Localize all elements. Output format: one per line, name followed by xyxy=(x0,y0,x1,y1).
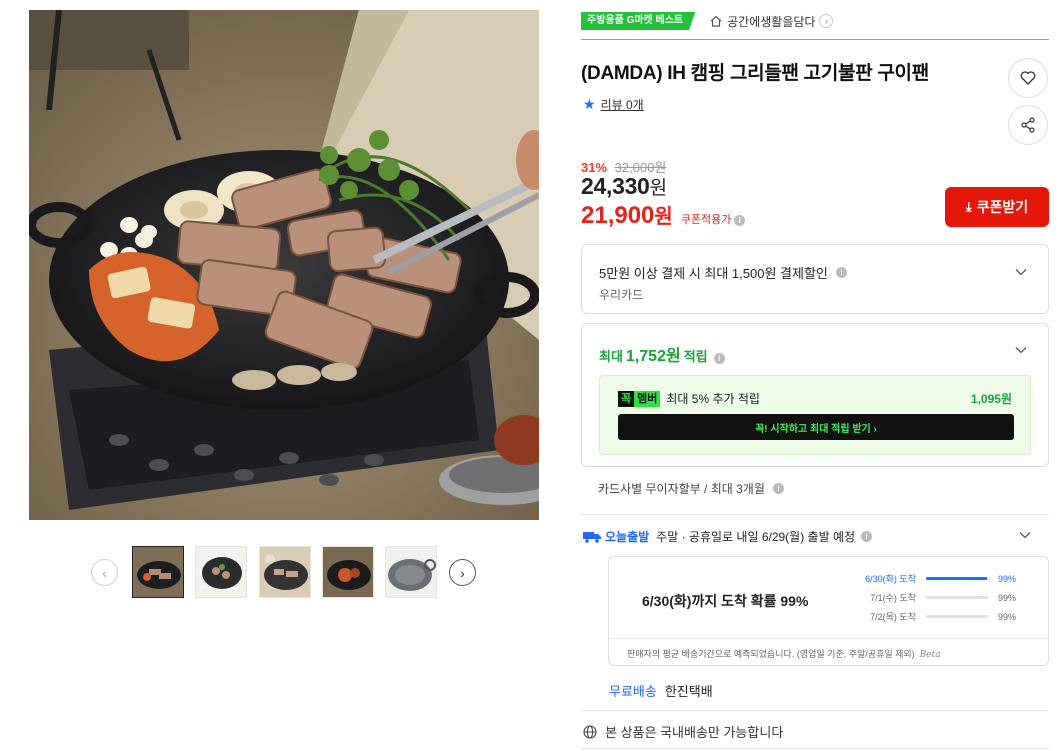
coupon-price-unit: 원 xyxy=(654,206,673,228)
download-icon: ⤓ xyxy=(965,199,972,214)
member-logo: 꼭 멤버 xyxy=(618,390,661,407)
domestic-shipping-notice: 본 상품은 국내배송만 가능합니다 xyxy=(583,722,783,741)
member-join-button[interactable]: 꼭! 시작하고 최대 적립 받기 › xyxy=(618,414,1014,440)
divider xyxy=(581,748,1049,749)
shop-name: 공간에생활을담다 xyxy=(727,14,816,29)
main-product-image[interactable] xyxy=(29,10,539,520)
coupon-price: 21,900 원 쿠폰적용가 i xyxy=(581,200,746,230)
review-link[interactable]: ★ 리뷰 0개 xyxy=(583,96,644,113)
divider xyxy=(581,710,1049,711)
coupon-button-label: 쿠폰받기 xyxy=(976,199,1029,215)
member-row: 꼭 멤버 최대 5% 추가 적립 xyxy=(618,390,760,407)
today-ship-label: 오늘출발 xyxy=(605,530,650,544)
card-discount-title: 5만원 이상 결제 시 최대 1,500원 결제할인 i xyxy=(599,263,847,282)
prob-bar xyxy=(926,577,988,580)
chevron-left-icon: ‹ xyxy=(102,564,107,581)
truck-icon xyxy=(583,531,601,543)
prob-label: 6/30(화) 도착 xyxy=(865,574,916,584)
sale-price: 24,330원 xyxy=(581,173,667,200)
prob-pct: 99% xyxy=(998,611,1017,622)
installment-info: 카드사별 무이자할부 / 최대 3개월 i xyxy=(598,480,784,497)
free-shipping-row: 무료배송 한진택배 xyxy=(609,681,713,700)
beta-label: Beta xyxy=(919,650,941,660)
share-icon xyxy=(1021,117,1035,133)
thumbnail-1[interactable] xyxy=(132,546,184,598)
info-icon[interactable]: i xyxy=(734,215,746,226)
coupon-price-amount: 21,900 xyxy=(581,202,655,229)
prob-label: 7/2(목) 도착 xyxy=(870,612,916,622)
globe-icon xyxy=(583,724,597,739)
member-logo-k: 꼭 xyxy=(618,390,635,407)
courier-name: 한진택배 xyxy=(664,684,713,699)
review-count: 리뷰 0개 xyxy=(600,98,644,112)
ship-schedule: 주말 · 공휴일로 내일 6/29(월) 출발 예정 xyxy=(656,530,856,544)
thumbnail-next-button[interactable]: › xyxy=(449,559,476,586)
card-discount-text: 5만원 이상 결제 시 최대 1,500원 결제할인 xyxy=(599,266,828,281)
divider xyxy=(581,514,1049,515)
prob-pct: 99% xyxy=(998,573,1017,584)
delivery-probability-box: 6/30(화)까지 도착 확률 99% 6/30(화) 도착 99% 7/1(수… xyxy=(608,556,1050,666)
member-logo-m: 멤버 xyxy=(634,390,661,407)
member-text: 최대 5% 추가 적립 xyxy=(666,392,760,406)
domestic-text: 본 상품은 국내배송만 가능합니다 xyxy=(605,725,784,740)
chevron-down-icon[interactable] xyxy=(1014,343,1028,357)
best-badge[interactable]: 주방용품 G마켓 베스트 xyxy=(581,12,695,30)
info-icon[interactable]: i xyxy=(835,267,847,278)
prob-row: 7/2(목) 도착 99% xyxy=(856,610,1016,623)
shop-link[interactable]: 공간에생활을담다 › xyxy=(709,13,834,30)
points-title: 최대 1,752원 적립 i xyxy=(599,342,725,366)
thumbnail-5[interactable] xyxy=(385,546,437,598)
prob-bar xyxy=(926,615,988,618)
points-prefix: 최대 xyxy=(599,349,623,364)
share-button[interactable] xyxy=(1008,105,1048,145)
arrival-main: 6/30(화)까지 도착 확률 99% xyxy=(642,593,809,609)
product-title: (DAMDA) IH 캠핑 그리들팬 고기불판 구이팬 xyxy=(581,63,929,84)
card-name: 우리카드 xyxy=(599,288,644,302)
shipping-row: 오늘출발 주말 · 공휴일로 내일 6/29(월) 출발 예정 i xyxy=(583,528,873,545)
chevron-up-icon[interactable] xyxy=(1018,528,1032,542)
sale-price-unit: 원 xyxy=(649,178,667,199)
prob-bar-fill xyxy=(926,577,988,580)
thumbnail-prev-button[interactable]: ‹ xyxy=(91,559,118,586)
info-icon[interactable]: i xyxy=(713,353,725,364)
delivery-main: 6/30(화)까지 도착 확률 99% 6/30(화) 도착 99% 7/1(수… xyxy=(609,557,1050,639)
heart-icon xyxy=(1020,71,1036,85)
prob-label: 7/1(수) 도착 xyxy=(870,593,916,603)
thumbnail-2[interactable] xyxy=(195,546,247,598)
delivery-note: 판매자의 평균 배송기간으로 예측되었습니다. (영업일 기준, 주말/공휴일 … xyxy=(627,647,941,660)
prob-bar xyxy=(926,596,988,599)
star-icon: ★ xyxy=(583,96,596,112)
member-amount: 1,095원 xyxy=(970,392,1012,406)
chevron-down-icon[interactable] xyxy=(1014,265,1028,279)
installment-text: 카드사별 무이자할부 / 최대 3개월 xyxy=(598,482,765,496)
thumbnail-3[interactable] xyxy=(259,546,311,598)
points-box: 최대 1,752원 적립 i 꼭 멤버 최대 5% 추가 적립 1,095원 꼭!… xyxy=(581,323,1049,467)
chevron-right-icon: › xyxy=(460,564,465,581)
prob-row: 6/30(화) 도착 99% xyxy=(856,572,1016,585)
delivery-note-text: 판매자의 평균 배송기간으로 예측되었습니다. (영업일 기준, 주말/공휴일 … xyxy=(627,649,915,659)
home-icon xyxy=(710,15,722,27)
today-ship-badge: 오늘출발 xyxy=(583,528,649,545)
info-icon[interactable]: i xyxy=(861,531,873,542)
badge-row: 주방용품 G마켓 베스트 공간에생활을담다 › xyxy=(581,12,834,30)
points-amount: 1,752원 xyxy=(625,348,681,365)
prob-pct: 99% xyxy=(998,592,1017,603)
thumbnail-strip: ‹ › xyxy=(91,546,477,600)
coupon-price-tag: 쿠폰적용가 xyxy=(680,214,732,226)
chevron-right-icon: › xyxy=(819,14,834,28)
card-discount-box[interactable]: 5만원 이상 결제 시 최대 1,500원 결제할인 i 우리카드 xyxy=(581,244,1049,314)
member-box: 꼭 멤버 최대 5% 추가 적립 1,095원 꼭! 시작하고 최대 적립 받기 … xyxy=(599,375,1031,455)
points-suffix: 적립 xyxy=(683,349,708,364)
wishlist-button[interactable] xyxy=(1008,58,1048,98)
free-shipping-label: 무료배송 xyxy=(609,684,657,699)
coupon-download-button[interactable]: ⤓ 쿠폰받기 xyxy=(945,187,1049,227)
divider xyxy=(581,39,1049,40)
sale-price-amount: 24,330 xyxy=(581,173,650,199)
thumbnail-4[interactable] xyxy=(322,546,374,598)
info-icon[interactable]: i xyxy=(772,483,784,494)
prob-row: 7/1(수) 도착 99% xyxy=(856,591,1016,604)
